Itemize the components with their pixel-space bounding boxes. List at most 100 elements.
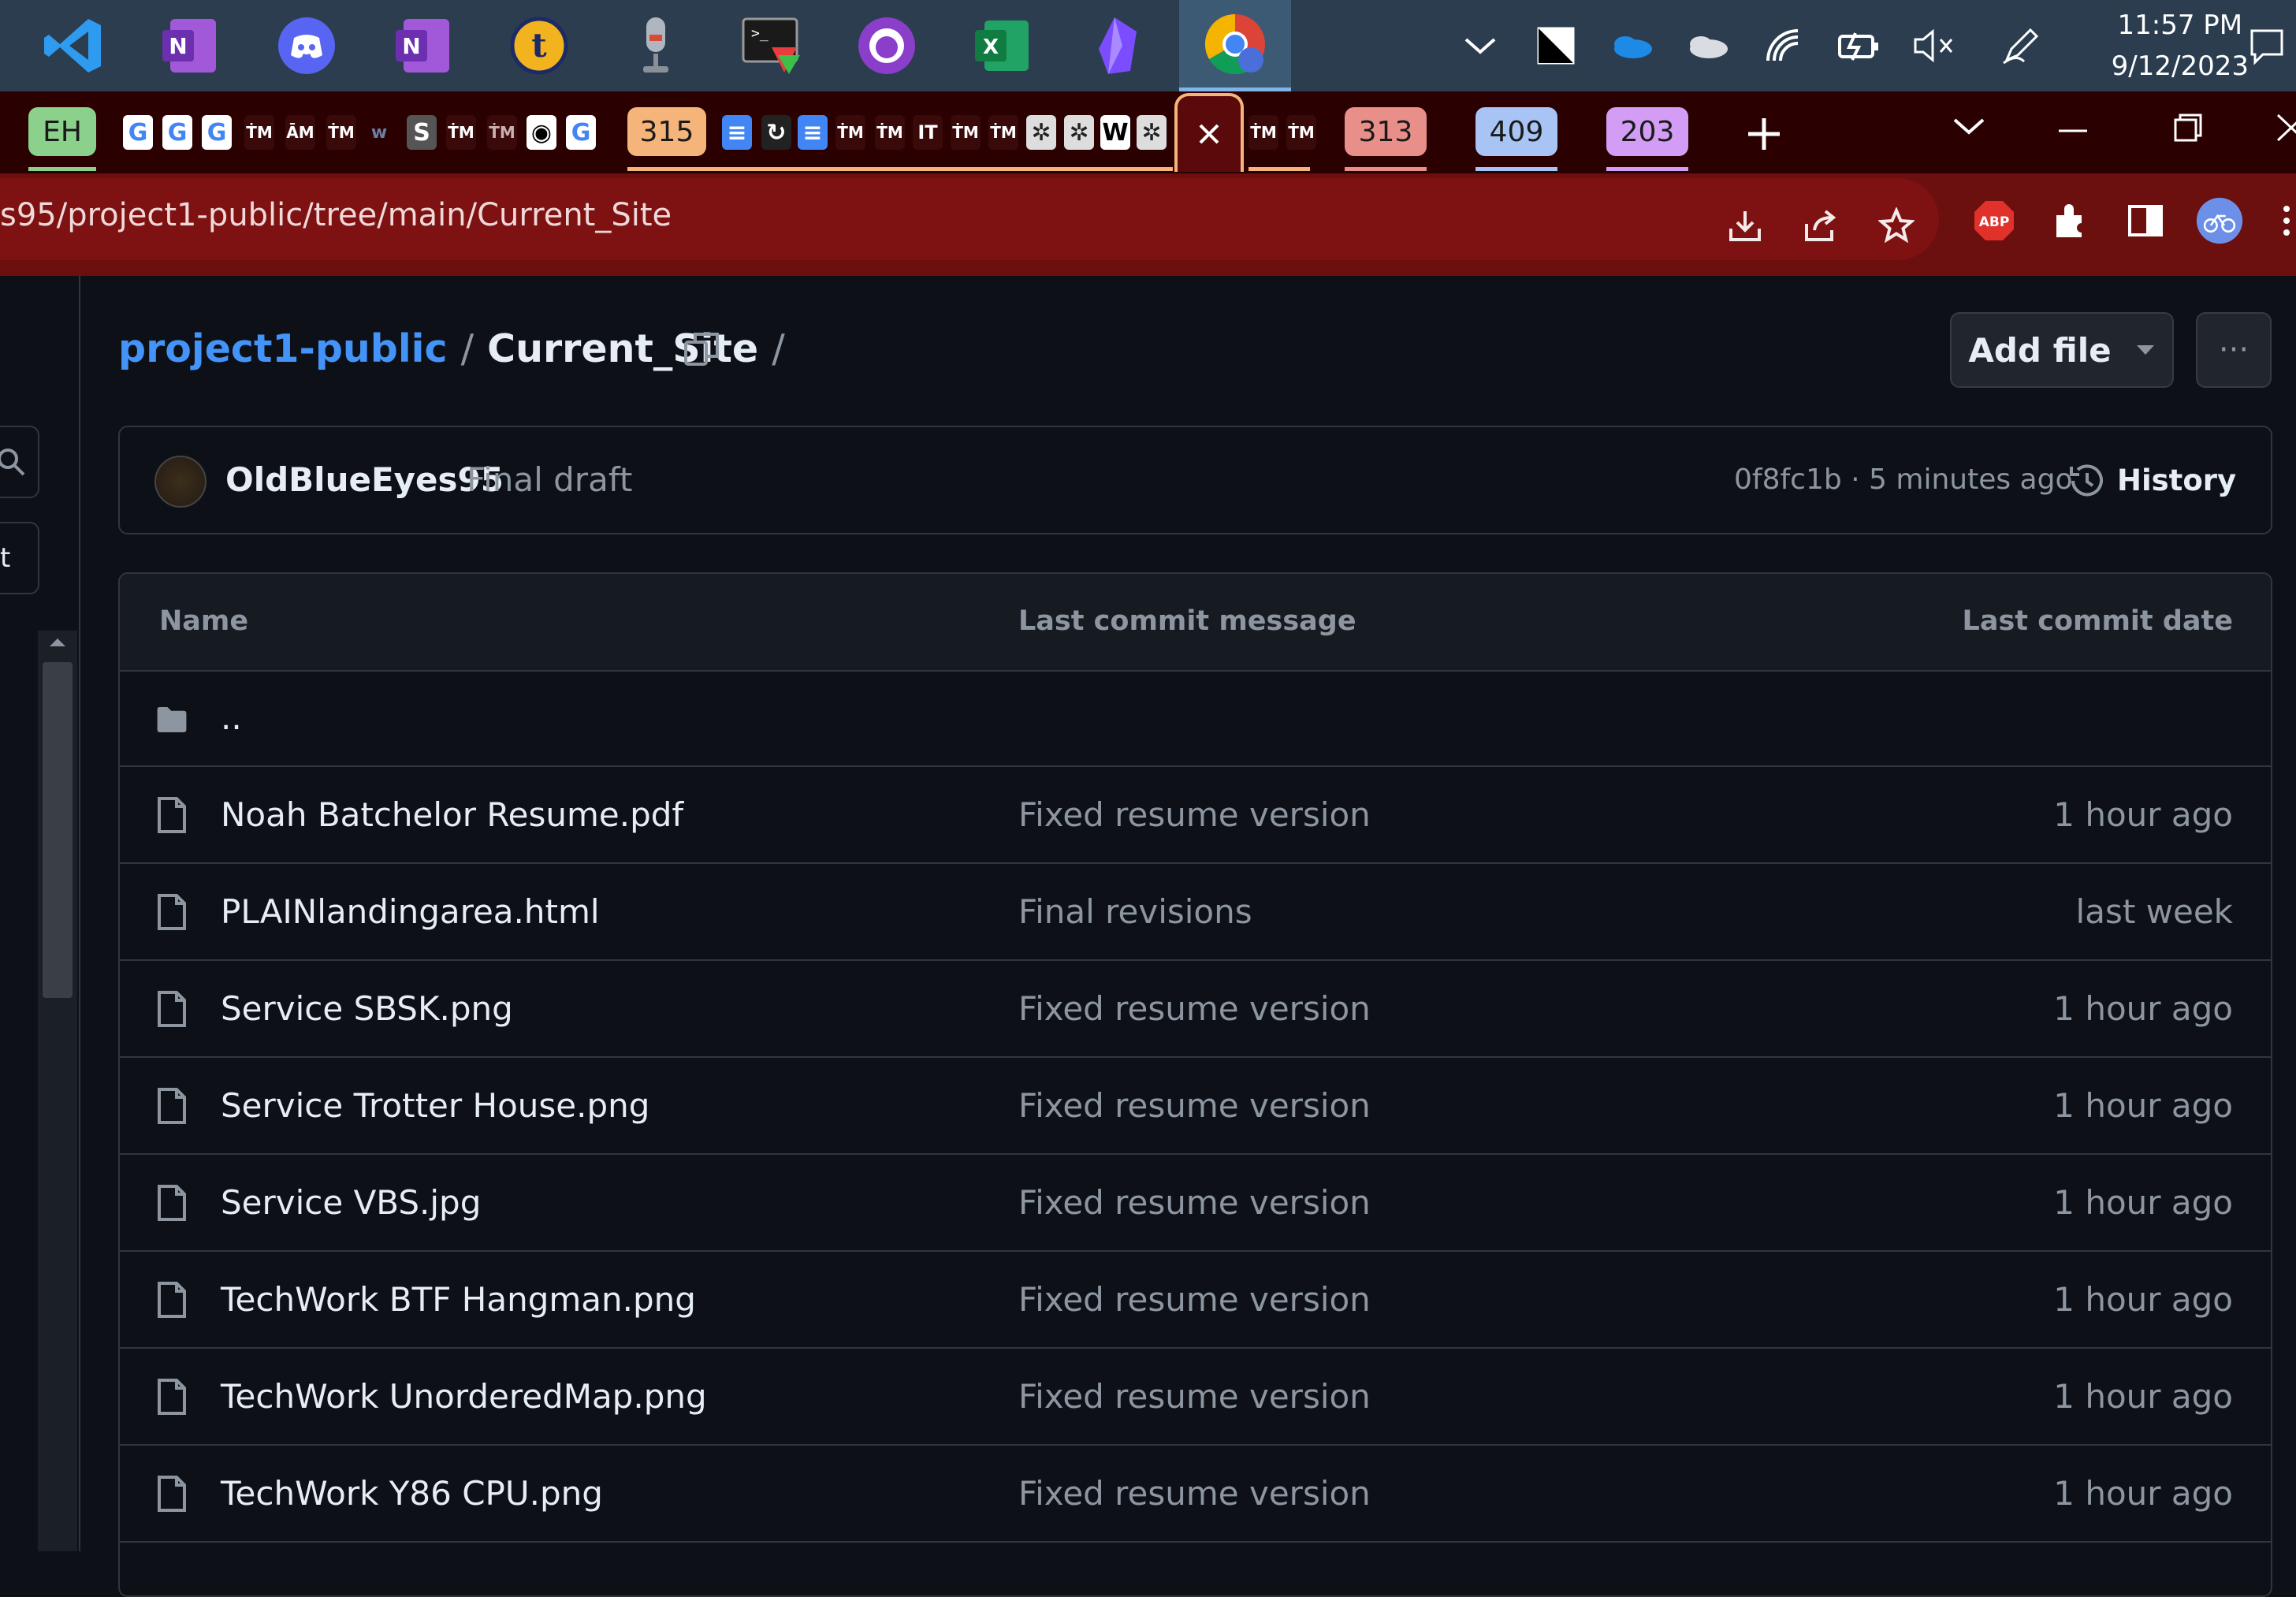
add-file-button[interactable]: Add file — [1950, 312, 2174, 388]
google-docs-icon[interactable]: ≡ — [798, 115, 828, 150]
kebab-menu-icon[interactable] — [2276, 197, 2296, 244]
table-row[interactable]: Noah Batchelor Resume.pdf Fixed resume ve… — [120, 767, 2271, 864]
extensions-icon[interactable] — [2046, 197, 2093, 244]
bookmark-star-icon[interactable] — [1873, 202, 1920, 249]
commit-message[interactable]: Final draft — [467, 460, 632, 499]
chevron-up-icon[interactable] — [1457, 24, 1504, 68]
obsidian-icon[interactable] — [1084, 11, 1153, 80]
file-name-link[interactable]: Service SBSK.png — [221, 989, 513, 1028]
commit-message-link[interactable]: Fixed resume version — [1018, 1086, 1371, 1125]
copy-path-button[interactable] — [683, 329, 722, 372]
tab-group-409[interactable]: 409 — [1475, 107, 1557, 156]
battery-icon[interactable] — [1835, 24, 1882, 68]
tamu-icon[interactable]: ṪM — [1248, 115, 1278, 150]
tab-group-315[interactable]: 315 — [627, 107, 706, 156]
more-options-button[interactable]: ··· — [2196, 312, 2272, 388]
tamu-icon[interactable]: ṪM — [875, 115, 905, 150]
commit-author[interactable]: OldBlueEyes95 — [225, 460, 504, 499]
tamu-icon[interactable]: ṪM — [446, 115, 476, 150]
new-tab-button[interactable] — [1742, 112, 1786, 156]
side-panel-icon[interactable] — [2122, 197, 2169, 244]
address-bar[interactable]: s95/project1-public/tree/main/Current_Si… — [0, 178, 1939, 260]
commit-message-link[interactable]: Fixed resume version — [1018, 1377, 1371, 1416]
file-name-link[interactable]: TechWork BTF Hangman.png — [221, 1280, 696, 1319]
google-icon[interactable]: G — [566, 115, 596, 150]
terminal-icon[interactable]: >_ — [737, 11, 806, 80]
cloud-icon[interactable] — [1684, 24, 1731, 68]
tab-group-eh[interactable]: EH — [28, 107, 96, 156]
file-name-link[interactable]: PLAINlandingarea.html — [221, 892, 600, 931]
tamu-icon[interactable]: ṪM — [835, 115, 865, 150]
table-row[interactable]: Service VBS.jpg Fixed resume version 1 hou… — [120, 1155, 2271, 1252]
file-name-link[interactable]: TechWork Y86 CPU.png — [221, 1474, 603, 1513]
mute-icon[interactable] — [1911, 24, 1958, 68]
close-icon[interactable] — [1197, 122, 1221, 146]
parent-directory-link[interactable]: .. — [221, 698, 242, 737]
tab-group-313[interactable]: 313 — [1345, 107, 1427, 156]
commit-sha-time[interactable]: 0f8fc1b · 5 minutes ago — [1734, 463, 2073, 496]
file-name-link[interactable]: Service Trotter House.png — [221, 1086, 649, 1125]
it-icon[interactable]: IT — [913, 115, 943, 150]
parent-directory-row[interactable]: .. — [120, 670, 2271, 767]
t-app-icon[interactable]: t — [504, 11, 574, 80]
discord-icon[interactable] — [272, 11, 341, 80]
table-row[interactable]: Service SBSK.png Fixed resume version 1 ho… — [120, 961, 2271, 1058]
google-docs-icon[interactable]: ≡ — [722, 115, 752, 150]
tamu-icon[interactable]: ṪM — [988, 115, 1018, 150]
github-desktop-icon[interactable] — [852, 11, 921, 80]
onenote-icon[interactable]: N — [388, 11, 457, 80]
onedrive-icon[interactable] — [1608, 24, 1655, 68]
contrast-icon[interactable] — [1532, 24, 1580, 68]
scroll-up-icon[interactable] — [38, 631, 77, 654]
table-row[interactable]: TechWork UnorderedMap.png Fixed resume ve… — [120, 1349, 2271, 1446]
commit-message-link[interactable]: Fixed resume version — [1018, 1280, 1371, 1319]
table-row[interactable]: PLAINlandingarea.html Final revisions last… — [120, 864, 2271, 961]
url-text[interactable]: s95/project1-public/tree/main/Current_Si… — [0, 197, 672, 233]
commit-message-link[interactable]: Fixed resume version — [1018, 989, 1371, 1028]
google-icon[interactable]: G — [123, 115, 153, 150]
github-icon[interactable]: ◉ — [527, 115, 556, 150]
table-row[interactable]: TechWork BTF Hangman.png Fixed resume ver… — [120, 1252, 2271, 1349]
profile-avatar[interactable] — [2196, 197, 2243, 244]
refresh-icon[interactable]: ↻ — [761, 115, 791, 150]
commit-message-link[interactable]: Final revisions — [1018, 892, 1252, 931]
scrollbar[interactable] — [38, 631, 77, 1551]
table-row[interactable]: TechWork Y86 CPU.png Fixed resume version… — [120, 1446, 2271, 1543]
install-app-icon[interactable] — [1721, 202, 1769, 249]
tamu-icon[interactable]: ṪM — [487, 115, 517, 150]
system-clock[interactable]: 11:57 PM 9/12/2023 — [2112, 5, 2249, 87]
wolfram-icon[interactable]: w — [367, 115, 391, 150]
breadcrumb-repo-link[interactable]: project1-public — [118, 326, 448, 371]
google-icon[interactable]: G — [202, 115, 232, 150]
search-button[interactable] — [0, 426, 39, 498]
tamu-icon[interactable]: ṪM — [1286, 115, 1316, 150]
chrome-icon[interactable] — [1179, 0, 1291, 91]
s-app-icon[interactable]: S — [407, 115, 437, 150]
commit-message-link[interactable]: Fixed resume version — [1018, 1183, 1371, 1222]
scroll-thumb[interactable] — [43, 662, 73, 998]
tamu-icon[interactable]: ĀM — [285, 115, 315, 150]
openai-icon[interactable]: ✲ — [1026, 115, 1056, 150]
go-to-file-button[interactable]: t — [0, 522, 39, 594]
commit-message-link[interactable]: Fixed resume version — [1018, 1474, 1371, 1513]
pen-icon[interactable] — [1997, 24, 2045, 68]
file-name-link[interactable]: Service VBS.jpg — [221, 1183, 481, 1222]
excel-icon[interactable]: X — [967, 11, 1036, 80]
commit-message-link[interactable]: Fixed resume version — [1018, 795, 1371, 834]
minimize-button[interactable] — [2057, 123, 2089, 138]
microphone-icon[interactable] — [621, 11, 690, 80]
vscode-icon[interactable] — [39, 11, 109, 80]
notification-icon[interactable] — [2243, 24, 2290, 68]
file-name-link[interactable]: Noah Batchelor Resume.pdf — [221, 795, 683, 834]
file-name-link[interactable]: TechWork UnorderedMap.png — [221, 1377, 707, 1416]
tamu-icon[interactable]: ṪM — [244, 115, 274, 150]
tab-search-button[interactable] — [1952, 115, 1986, 140]
tamu-icon[interactable]: ṪM — [326, 115, 356, 150]
history-link[interactable]: History — [2117, 463, 2236, 497]
tamu-icon[interactable]: ṪM — [951, 115, 981, 150]
onenote-icon[interactable]: N — [154, 11, 224, 80]
share-icon[interactable] — [1797, 202, 1844, 249]
google-icon[interactable]: G — [162, 115, 192, 150]
openai-icon[interactable]: ✲ — [1064, 115, 1094, 150]
close-window-button[interactable] — [2276, 112, 2296, 147]
